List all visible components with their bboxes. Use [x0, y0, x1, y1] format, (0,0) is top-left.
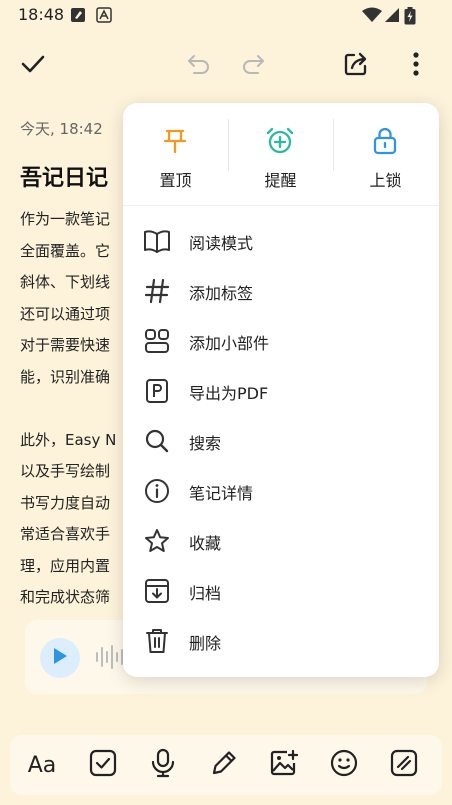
- redo-icon: [240, 51, 266, 81]
- signal-icon: [384, 7, 400, 27]
- book-open-icon: [143, 227, 171, 255]
- emoji-button[interactable]: [326, 747, 362, 783]
- trash-icon: [143, 627, 171, 655]
- handwriting-button[interactable]: [206, 747, 242, 783]
- menu-item-delete[interactable]: 删除: [123, 616, 439, 666]
- text-format-label: Aa: [27, 752, 57, 778]
- menu-item-note-details[interactable]: 笔记详情: [123, 466, 439, 516]
- voice-record-button[interactable]: [145, 747, 181, 783]
- emoji-icon: [330, 749, 358, 781]
- edit-notification-icon: [70, 7, 86, 27]
- reminder-button[interactable]: 提醒: [228, 103, 333, 205]
- share-button[interactable]: [340, 50, 372, 82]
- lock-label: 上锁: [369, 171, 402, 190]
- undo-icon: [186, 51, 212, 81]
- more-options-button[interactable]: [400, 50, 432, 82]
- note-date: 今天, 18:42: [20, 120, 103, 138]
- menu-divider: [123, 205, 439, 206]
- pin-icon: [159, 125, 191, 157]
- bottom-toolbar: Aa: [10, 735, 442, 795]
- search-icon: [143, 427, 171, 455]
- info-icon: [143, 477, 171, 505]
- hashtag-icon: [143, 277, 171, 305]
- microphone-icon: [150, 748, 176, 782]
- alarm-add-icon: [264, 125, 296, 157]
- status-time: 18:48: [18, 5, 65, 24]
- archive-icon: [143, 577, 171, 605]
- menu-item-label: 收藏: [189, 534, 222, 553]
- wifi-icon: [362, 7, 382, 27]
- menu-item-label: 笔记详情: [189, 484, 254, 503]
- menu-item-export-pdf[interactable]: 导出为PDF: [123, 366, 439, 416]
- menu-item-add-tag[interactable]: 添加标签: [123, 266, 439, 316]
- more-options-menu: 置顶 提醒 上锁 阅读模式 添加标签 添加小部件 导出为PDF 搜索 笔记详情 …: [123, 103, 439, 677]
- menu-item-label: 归档: [189, 584, 222, 603]
- menu-item-favorite[interactable]: 收藏: [123, 516, 439, 566]
- menu-item-label: 搜索: [189, 434, 222, 453]
- pin-button[interactable]: 置顶: [123, 103, 228, 205]
- widgets-icon: [143, 327, 171, 355]
- menu-item-label: 添加小部件: [189, 334, 270, 353]
- app-notification-icon: [96, 7, 112, 27]
- reminder-label: 提醒: [264, 171, 297, 190]
- menu-item-label: 删除: [189, 634, 222, 653]
- audio-waveform-icon: [95, 644, 125, 674]
- star-icon: [143, 527, 171, 555]
- pdf-export-icon: [143, 377, 171, 405]
- text-format-button[interactable]: Aa: [24, 747, 60, 783]
- battery-icon: [404, 7, 416, 29]
- share-icon: [343, 51, 369, 81]
- menu-item-search[interactable]: 搜索: [123, 416, 439, 466]
- lock-icon: [369, 125, 401, 157]
- redo-button[interactable]: [237, 50, 269, 82]
- more-vertical-icon: [412, 51, 420, 81]
- done-button[interactable]: [17, 50, 49, 82]
- menu-item-add-widget[interactable]: 添加小部件: [123, 316, 439, 366]
- note-title[interactable]: 吾记日记: [20, 160, 108, 192]
- menu-item-label: 阅读模式: [189, 234, 254, 253]
- checkbox-icon: [89, 749, 117, 781]
- menu-item-archive[interactable]: 归档: [123, 566, 439, 616]
- add-image-button[interactable]: [266, 747, 302, 783]
- status-bar: 18:48: [0, 0, 452, 30]
- menu-item-reading-mode[interactable]: 阅读模式: [123, 216, 439, 266]
- audio-play-button[interactable]: [40, 638, 80, 678]
- sticker-button[interactable]: [386, 747, 422, 783]
- checklist-button[interactable]: [85, 747, 121, 783]
- play-icon: [52, 647, 68, 669]
- sticker-icon: [390, 749, 418, 781]
- quick-actions-row: 置顶 提醒 上锁: [123, 103, 439, 205]
- pen-icon: [210, 749, 238, 781]
- check-icon: [20, 51, 46, 81]
- menu-item-label: 添加标签: [189, 284, 254, 303]
- menu-item-label: 导出为PDF: [189, 384, 269, 403]
- image-add-icon: [269, 749, 299, 781]
- top-toolbar: [0, 40, 452, 92]
- lock-button[interactable]: 上锁: [333, 103, 438, 205]
- pin-label: 置顶: [159, 171, 192, 190]
- undo-button[interactable]: [183, 50, 215, 82]
